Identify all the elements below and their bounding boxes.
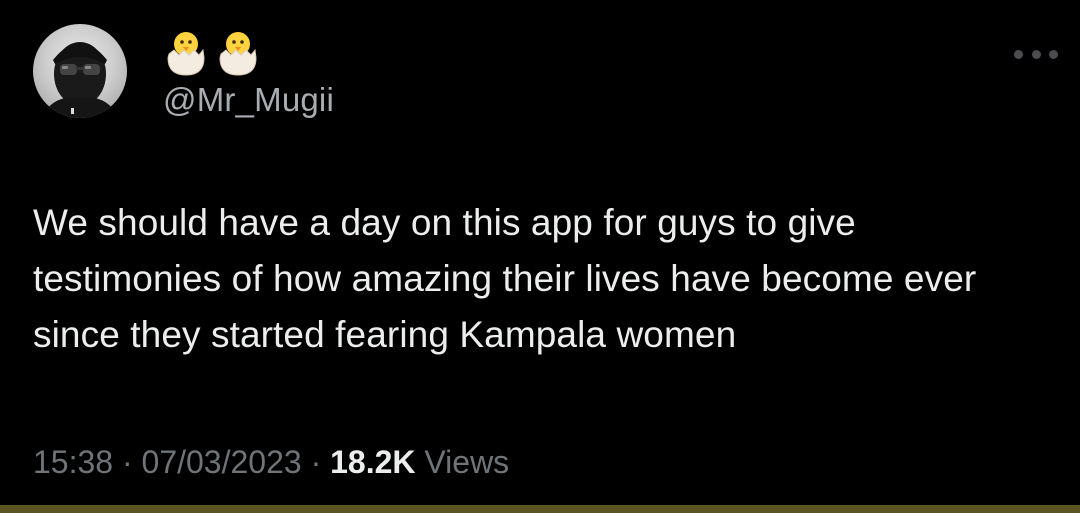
hatching-chick-icon	[215, 28, 261, 78]
views-label: Views	[424, 444, 510, 480]
more-options-icon[interactable]	[1014, 44, 1058, 64]
more-dot	[1031, 49, 1041, 59]
more-dot	[1014, 49, 1023, 59]
hatching-chick-icon	[163, 28, 209, 78]
tweet-card: @Mr_Mugii We should have a day on this a…	[0, 0, 1080, 505]
meta-separator: ·	[310, 444, 322, 480]
tweet-time[interactable]: 15:38	[33, 444, 113, 480]
meta-separator: ·	[121, 444, 133, 480]
tweet-meta: 15:38 · 07/03/2023 · 18.2K Views	[33, 440, 509, 484]
display-name[interactable]	[163, 28, 261, 80]
avatar[interactable]	[33, 24, 127, 118]
views-count[interactable]: 18.2K	[330, 444, 415, 480]
bottom-strip	[0, 505, 1080, 513]
avatar-image	[41, 42, 119, 118]
tweet-date[interactable]: 07/03/2023	[142, 444, 302, 480]
tweet-text: We should have a day on this app for guy…	[33, 202, 977, 355]
user-handle[interactable]: @Mr_Mugii	[163, 80, 334, 120]
more-dot	[1049, 49, 1058, 59]
